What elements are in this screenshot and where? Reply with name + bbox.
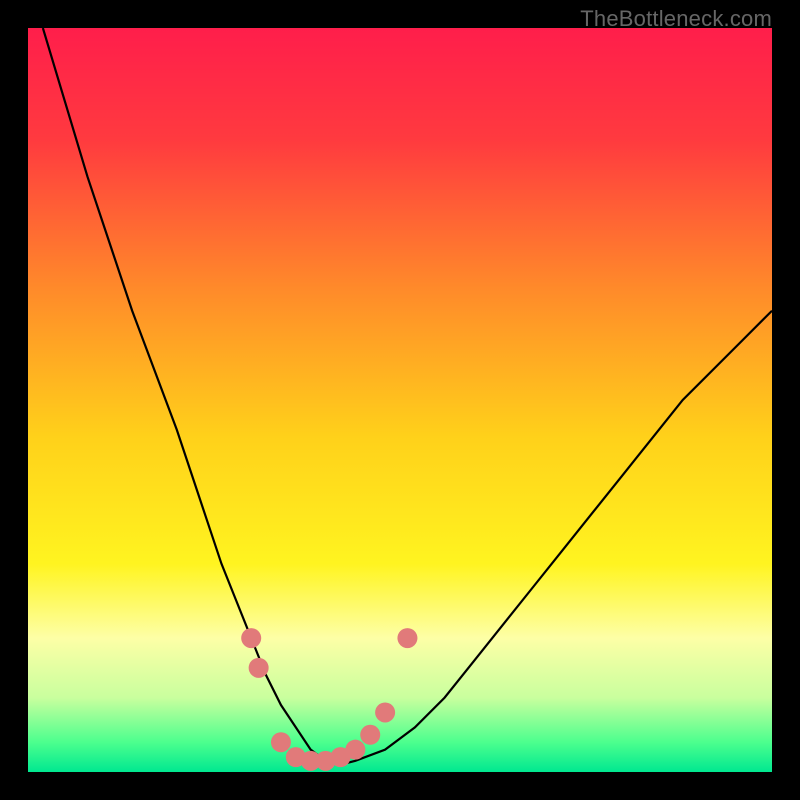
highlight-point (375, 702, 395, 722)
chart-svg (28, 28, 772, 772)
gradient-background (28, 28, 772, 772)
highlight-point (397, 628, 417, 648)
watermark-text: TheBottleneck.com (580, 6, 772, 32)
highlight-point (241, 628, 261, 648)
highlight-point (249, 658, 269, 678)
highlight-point (345, 740, 365, 760)
plot-area (28, 28, 772, 772)
highlight-point (360, 725, 380, 745)
highlight-point (271, 732, 291, 752)
chart-outer-frame: TheBottleneck.com (0, 0, 800, 800)
